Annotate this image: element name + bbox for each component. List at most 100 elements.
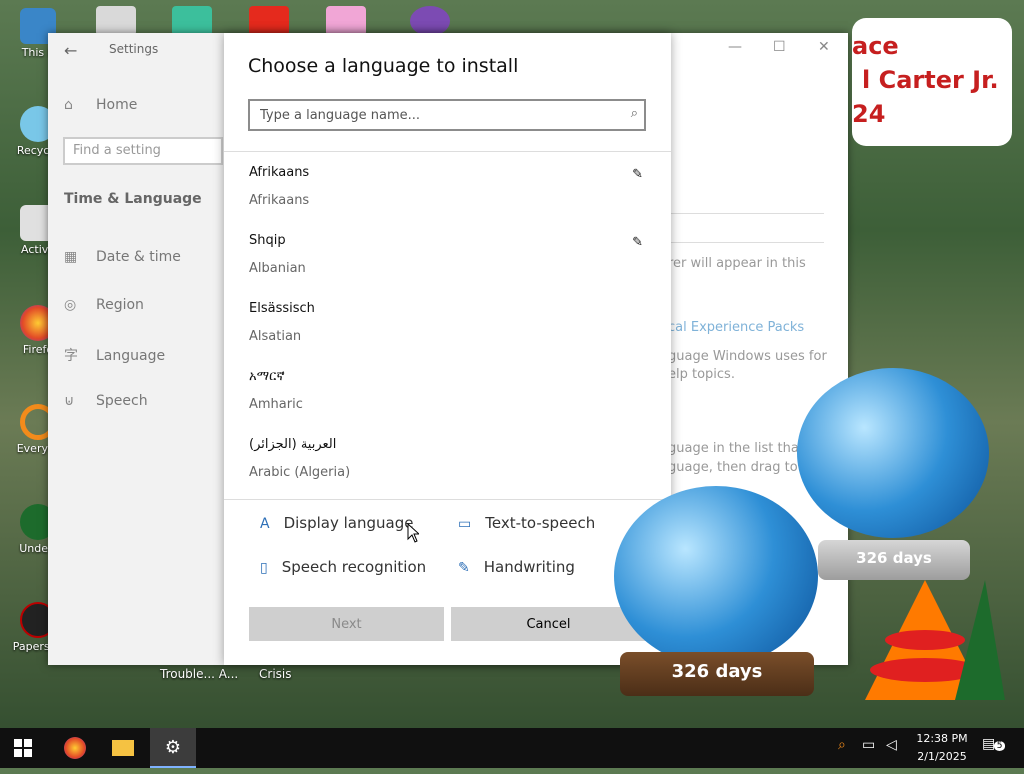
feature-label: Text-to-speech	[485, 514, 596, 532]
folder-icon	[112, 740, 134, 756]
settings-sidebar: ← Settings ⌂ Home Find a setting Time & L…	[48, 33, 224, 665]
nav-label: Region	[96, 297, 144, 313]
sign-text: ace	[852, 32, 899, 60]
nav-region[interactable]: ◎ Region	[64, 297, 144, 313]
desktop-icon-top-3[interactable]	[249, 6, 289, 36]
taskbar-settings[interactable]: ⚙	[150, 728, 196, 768]
start-button[interactable]	[0, 728, 46, 768]
search-tray-icon[interactable]: ⌕	[838, 737, 846, 753]
cancel-button[interactable]: Cancel	[451, 607, 646, 641]
snow-globe-base-small: 326 days	[818, 540, 970, 580]
desktop-icon-label: Crisis	[259, 667, 292, 681]
snow-globe-widget-small	[797, 368, 989, 538]
language-native-name: Elsässisch	[249, 301, 315, 316]
minimize-button[interactable]: —	[728, 39, 742, 55]
list-item[interactable]: Afrikaans Afrikaans ✎	[224, 159, 671, 227]
list-item[interactable]: አማርኛ Amharic	[224, 363, 671, 431]
nav-label: Date & time	[96, 249, 181, 265]
section-title: Time & Language	[64, 191, 202, 207]
clock-time: 12:38 PM	[916, 732, 968, 745]
divider	[224, 499, 671, 500]
sign-text: l Carter Jr.	[862, 66, 999, 94]
back-arrow-icon[interactable]: ←	[64, 41, 77, 60]
language-english-name: Albanian	[249, 261, 306, 276]
days-counter: 326 days	[671, 661, 763, 682]
background-text: guage Windows uses for	[668, 349, 827, 364]
background-text: rer will appear in this	[668, 256, 806, 271]
list-item[interactable]: Elsässisch Alsatian	[224, 295, 671, 363]
language-search-input[interactable]	[258, 101, 602, 129]
desktop-icon-top-4[interactable]	[326, 6, 366, 36]
clock-date: 2/1/2025	[917, 750, 967, 763]
feature-label: Display language	[283, 514, 414, 532]
dialog-title: Choose a language to install	[248, 55, 519, 77]
search-icon[interactable]: ⌕	[631, 106, 638, 121]
taskbar-file-explorer[interactable]	[100, 728, 146, 768]
clock[interactable]: 12:38 PM 2/1/2025	[912, 730, 972, 766]
microphone-icon: ⊍	[64, 393, 75, 409]
maximize-button[interactable]: ☐	[773, 39, 786, 55]
nav-speech[interactable]: ⊍ Speech	[64, 393, 148, 409]
divider	[224, 151, 671, 152]
language-native-name: Shqip	[249, 233, 286, 248]
nav-label: Speech	[96, 393, 148, 409]
background-text: guage in the list that	[668, 441, 804, 456]
calendar-icon: ▦	[64, 249, 78, 265]
list-item[interactable]: Shqip Albanian ✎	[224, 227, 671, 295]
language-english-name: Arabic (Algeria)	[249, 465, 351, 480]
network-icon[interactable]: ▭	[862, 737, 875, 753]
language-english-name: Afrikaans	[249, 193, 310, 208]
background-text: elp topics.	[668, 367, 735, 382]
desktop-icon-label: Trouble... A...	[160, 667, 239, 681]
feature-text-to-speech: ▭ Text-to-speech	[458, 514, 595, 532]
next-button[interactable]: Next	[249, 607, 444, 641]
home-icon: ⌂	[64, 97, 73, 113]
christmas-tree-widget	[865, 580, 1005, 700]
language-native-name: አማርኛ	[249, 369, 285, 384]
handwriting-icon: ✎	[632, 167, 643, 182]
language-native-name: Afrikaans	[249, 165, 310, 180]
volume-muted-icon[interactable]: ◁	[886, 737, 897, 753]
feature-label: Handwriting	[483, 558, 575, 576]
language-search-box[interactable]: ⌕	[248, 99, 646, 131]
notification-center-button[interactable]: ▤ 5	[982, 736, 1006, 752]
snow-globe-base-large: 326 days	[620, 652, 814, 696]
nav-date-time[interactable]: ▦ Date & time	[64, 249, 181, 265]
desktop-icon-top-2[interactable]	[172, 6, 212, 36]
app-title: Settings	[109, 42, 159, 56]
desktop-sign-widget: ace l Carter Jr. 24	[852, 18, 1012, 146]
handwriting-icon: ✎	[458, 560, 470, 576]
language-native-name: العربية (الجزائر)	[249, 437, 337, 452]
find-setting-input[interactable]: Find a setting	[63, 137, 223, 165]
taskbar-firefox[interactable]	[52, 728, 98, 768]
display-language-icon: A	[260, 516, 270, 532]
microphone-icon: ▯	[260, 560, 268, 576]
feature-handwriting: ✎ Handwriting	[458, 558, 575, 576]
nav-home[interactable]: ⌂ Home	[64, 97, 137, 113]
background-dropdown[interactable]	[668, 213, 824, 243]
language-english-name: Amharic	[249, 397, 303, 412]
nav-label: Language	[96, 348, 166, 364]
nav-home-label: Home	[96, 97, 138, 113]
choose-language-dialog: Choose a language to install ⌕ Afrikaans…	[224, 33, 671, 665]
desktop-icon-top-1[interactable]	[96, 6, 136, 36]
nav-language[interactable]: 字 Language	[64, 345, 165, 365]
feature-display-language: A Display language	[260, 514, 413, 532]
language-icon: 字	[64, 348, 78, 364]
feature-speech-recognition: ▯ Speech recognition	[260, 558, 426, 576]
taskbar: ⚙ ⌕ ▭ ◁ 12:38 PM 2/1/2025 ▤ 5	[0, 728, 1024, 768]
notification-count: 5	[993, 741, 1006, 751]
language-list[interactable]: Afrikaans Afrikaans ✎ Shqip Albanian ✎ E…	[224, 159, 671, 497]
windows-icon	[14, 739, 32, 757]
local-experience-packs-link[interactable]: cal Experience Packs	[668, 320, 804, 335]
days-counter: 326 days	[856, 549, 932, 567]
snow-globe-widget-large	[614, 486, 818, 666]
language-english-name: Alsatian	[249, 329, 302, 344]
gear-icon: ⚙	[164, 737, 182, 758]
desktop-icon-top-5[interactable]	[410, 6, 450, 36]
close-button[interactable]: ✕	[818, 39, 830, 55]
list-item[interactable]: العربية (الجزائر) Arabic (Algeria)	[224, 431, 671, 497]
handwriting-icon: ✎	[632, 235, 643, 250]
background-text: guage, then drag to	[668, 460, 798, 475]
feature-label: Speech recognition	[281, 558, 427, 576]
